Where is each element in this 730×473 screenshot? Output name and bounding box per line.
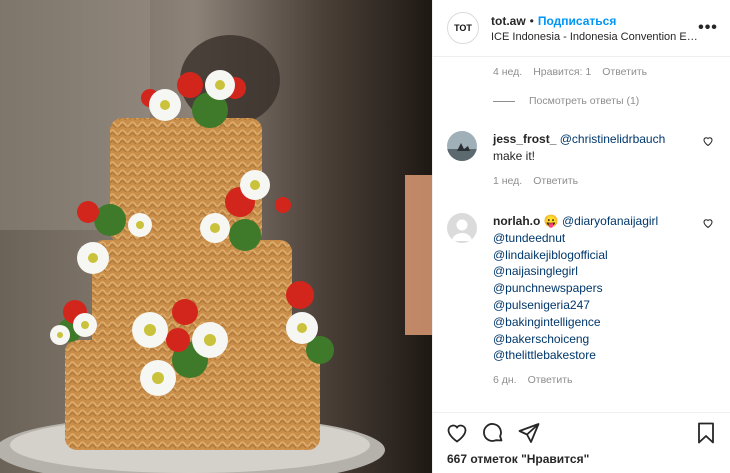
- comment-time: 1 нед.: [493, 174, 523, 187]
- commenter-avatar[interactable]: [447, 213, 477, 243]
- post-photo[interactable]: [0, 0, 432, 473]
- like-comment-heart-icon[interactable]: [702, 135, 714, 147]
- reply-button[interactable]: Ответить: [533, 175, 578, 187]
- mention-link[interactable]: @diaryofanaijagirl: [562, 214, 658, 228]
- comment-username[interactable]: jess_frost_: [493, 132, 556, 146]
- emoji: 😛: [543, 214, 559, 228]
- post-location[interactable]: ICE Indonesia - Indonesia Convention Exh…: [491, 31, 698, 43]
- bookmark-icon[interactable]: [694, 421, 718, 445]
- more-options-icon[interactable]: •••: [698, 19, 718, 37]
- default-avatar-icon: [447, 213, 477, 243]
- comment-text: make it!: [493, 148, 536, 163]
- author-info: tot.aw • Подписаться ICE Indonesia - Ind…: [491, 14, 698, 43]
- avatar-logo-text: TOT: [454, 23, 472, 33]
- author-line: tot.aw • Подписаться: [491, 14, 698, 28]
- replies-line: [493, 100, 515, 102]
- comment-username[interactable]: norlah.o: [493, 214, 540, 228]
- author-avatar[interactable]: TOT: [447, 12, 479, 44]
- mention-link[interactable]: @bakerschoiceng: [493, 331, 718, 348]
- comment-meta: 6 дн. Ответить: [493, 374, 718, 386]
- comments-list: 4 нед. Нравится: 1 Ответить Посмотреть о…: [433, 57, 730, 412]
- comment-meta: 1 нед. Ответить: [493, 175, 718, 187]
- reply-button[interactable]: Ответить: [528, 374, 573, 386]
- comment-item: norlah.o 😛 @diaryofanaijagirl @tundeednu…: [447, 213, 718, 386]
- mention-link[interactable]: @bakingintelligence: [493, 314, 718, 331]
- heart-icon[interactable]: [445, 421, 469, 445]
- comment-body: norlah.o 😛 @diaryofanaijagirl @tundeednu…: [493, 213, 718, 364]
- mention-link[interactable]: @tundeednut: [493, 230, 718, 247]
- mention-link[interactable]: @lindaikejiblogofficial: [493, 247, 718, 264]
- post-actions-bar: [433, 412, 730, 452]
- likes-label: отметок "Нравится": [470, 452, 590, 466]
- view-replies-label: Посмотреть ответы (1): [529, 95, 640, 107]
- comment-time: 6 дн.: [493, 374, 517, 387]
- reply-button[interactable]: Ответить: [602, 66, 647, 78]
- post-header: TOT tot.aw • Подписаться ICE Indonesia -…: [433, 0, 730, 57]
- comment-likes[interactable]: Нравится: 1: [533, 66, 591, 78]
- comment-body: jess_frost_ @christinelidrbauch make it!: [493, 131, 718, 165]
- share-icon[interactable]: [517, 421, 541, 445]
- comment-icon[interactable]: [481, 421, 505, 445]
- mention-link[interactable]: @pulsenigeria247: [493, 297, 718, 314]
- mention-link[interactable]: @naijasinglegirl: [493, 263, 718, 280]
- comment-meta-top: 4 нед. Нравится: 1 Ответить: [493, 66, 647, 78]
- follow-button[interactable]: Подписаться: [538, 14, 616, 28]
- mention-link[interactable]: @thelittlebakestore: [493, 347, 718, 364]
- author-username[interactable]: tot.aw: [491, 14, 526, 28]
- likes-number: 667: [447, 452, 468, 466]
- comment-item: jess_frost_ @christinelidrbauch make it!…: [447, 131, 718, 187]
- mention-link[interactable]: @punchnewspapers: [493, 280, 718, 297]
- mention-link[interactable]: @christinelidrbauch: [560, 132, 666, 146]
- noodle-cake-image: [0, 0, 432, 473]
- avatar-photo-icon: [447, 131, 477, 161]
- comment-time: 4 нед.: [493, 66, 523, 78]
- likes-count[interactable]: 667 отметок "Нравится": [447, 452, 589, 466]
- view-replies-button[interactable]: Посмотреть ответы (1): [493, 95, 639, 107]
- commenter-avatar[interactable]: [447, 131, 477, 161]
- like-comment-heart-icon[interactable]: [702, 217, 714, 229]
- separator-dot: •: [529, 13, 534, 28]
- post-sidebar: TOT tot.aw • Подписаться ICE Indonesia -…: [432, 0, 730, 473]
